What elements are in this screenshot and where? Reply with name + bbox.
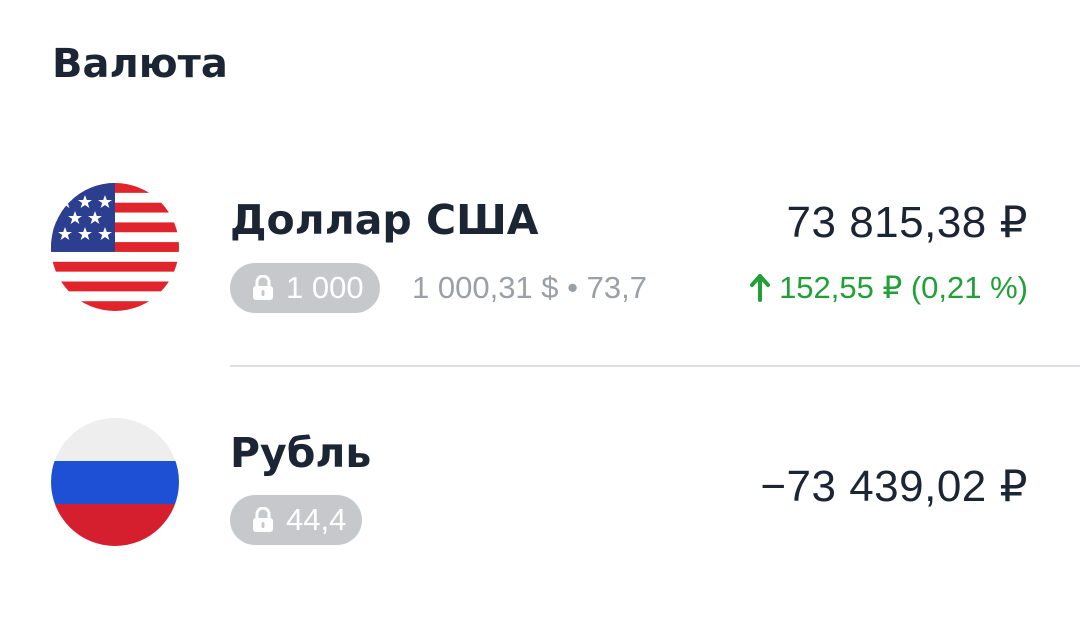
ru-flag-icon: [51, 418, 179, 546]
currency-amount: −73 439,02 ₽: [760, 462, 1028, 511]
currency-amount: 73 815,38 ₽: [786, 198, 1028, 247]
locked-amount: 1 000: [286, 270, 364, 305]
currency-name: Рубль: [230, 429, 372, 477]
locked-amount-badge: 1 000: [230, 263, 380, 313]
us-flag-icon: [51, 183, 179, 311]
arrow-up-icon: [749, 274, 771, 302]
price-change: 152,55 ₽ (0,21 %): [743, 263, 1028, 313]
price-change-value: 152,55 ₽ (0,21 %): [779, 270, 1028, 305]
section-title: Валюта: [52, 41, 228, 87]
currency-name: Доллар США: [230, 196, 539, 244]
currency-sub-info: 1 000,31 $ • 73,7: [412, 270, 647, 305]
lock-icon: [252, 507, 274, 533]
currency-row-usd[interactable]: Доллар США 73 815,38 ₽ 1 000 1 000,31 $ …: [0, 183, 1080, 313]
divider: [230, 365, 1080, 367]
currency-row-rub[interactable]: Рубль −73 439,02 ₽ 44,4: [0, 418, 1080, 548]
locked-amount: 44,4: [286, 502, 347, 537]
locked-amount-badge: 44,4: [230, 495, 363, 545]
lock-icon: [252, 275, 274, 301]
